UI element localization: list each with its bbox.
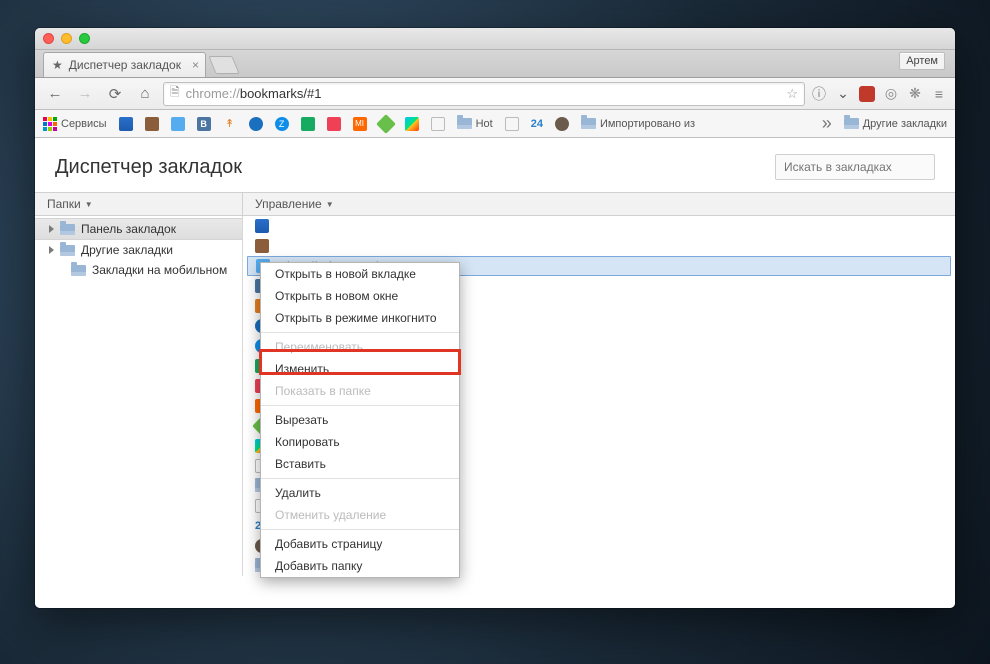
- toolbar: ← → ⟳ ⌂ 🗎 chrome:// bookmarks/#1 ☆ ⓘ ⌄ ◎…: [35, 78, 955, 110]
- ctx-copy[interactable]: Копировать: [261, 431, 459, 453]
- profile-button[interactable]: Артем: [899, 52, 945, 70]
- reload-button[interactable]: ⟳: [103, 83, 127, 105]
- ext-red-icon[interactable]: [859, 86, 875, 102]
- overflow-chevron-icon[interactable]: »: [816, 113, 838, 134]
- evernote-icon[interactable]: ❋: [907, 86, 923, 102]
- other-bookmarks-label: Другие закладки: [863, 118, 947, 130]
- favicon-11[interactable]: [376, 114, 396, 134]
- page-content: Диспетчер закладок Папки ▼ Управление ▼ …: [35, 138, 955, 608]
- chevron-down-icon: ▼: [85, 200, 93, 209]
- chevron-down-icon: ▼: [326, 200, 334, 209]
- apps-label: Сервисы: [61, 118, 107, 130]
- favicon-9[interactable]: [327, 117, 341, 131]
- folders-tree: Панель закладок Другие закладки Закладки…: [35, 216, 243, 576]
- play-icon[interactable]: [405, 117, 419, 131]
- ctx-undo-delete: Отменить удаление: [261, 504, 459, 526]
- folder-icon: [60, 245, 75, 256]
- ctx-edit[interactable]: Изменить: [261, 358, 459, 380]
- folder-icon: [581, 118, 596, 129]
- window-close-button[interactable]: [43, 33, 54, 44]
- close-icon[interactable]: ×: [192, 58, 199, 72]
- url-rest: bookmarks/#1: [240, 86, 322, 101]
- folder-icon: [844, 118, 859, 129]
- tree-item-bookmarks-bar[interactable]: Панель закладок: [35, 218, 242, 240]
- folder-icon: [71, 265, 86, 276]
- ctx-show-in-folder: Показать в папке: [261, 380, 459, 402]
- apps-button[interactable]: Сервисы: [43, 117, 107, 131]
- disclosure-triangle-icon[interactable]: [49, 246, 54, 254]
- hot-folder[interactable]: Hot: [457, 118, 493, 130]
- ctx-add-folder[interactable]: Добавить папку: [261, 555, 459, 577]
- folders-menu[interactable]: Папки ▼: [35, 193, 243, 215]
- tree-label: Панель закладок: [81, 222, 176, 236]
- tree-label: Другие закладки: [81, 243, 173, 257]
- active-tab[interactable]: ★ Диспетчер закладок ×: [43, 52, 206, 77]
- favicon-10[interactable]: MI: [353, 117, 367, 131]
- tab-title: Диспетчер закладок: [69, 58, 181, 72]
- hot-label: Hot: [476, 118, 493, 130]
- ctx-rename: Переименовать: [261, 336, 459, 358]
- onedrive-icon[interactable]: [255, 219, 269, 233]
- new-tab-button[interactable]: [208, 56, 239, 74]
- folder-icon: [457, 118, 472, 129]
- star-icon: ★: [52, 58, 63, 72]
- ctx-paste[interactable]: Вставить: [261, 453, 459, 475]
- tab-strip: ★ Диспетчер закладок × Артем: [35, 50, 955, 78]
- bookmark-star-icon[interactable]: ☆: [786, 86, 798, 102]
- imported-label: Импортировано из: [600, 118, 695, 130]
- window-minimize-button[interactable]: [61, 33, 72, 44]
- mailchimp-icon[interactable]: [555, 117, 569, 131]
- home-button[interactable]: ⌂: [133, 83, 157, 105]
- disclosure-triangle-icon[interactable]: [49, 225, 54, 233]
- page-icon: 🗎: [170, 83, 180, 104]
- twitter-icon[interactable]: [171, 117, 185, 131]
- url-scheme: chrome://: [186, 86, 240, 101]
- favicon-6[interactable]: [249, 117, 263, 131]
- search-input[interactable]: [775, 154, 935, 180]
- vk-icon[interactable]: B: [197, 117, 211, 131]
- other-bookmarks-folder[interactable]: Другие закладки: [844, 118, 947, 130]
- extension-icons: ⓘ ⌄ ◎ ❋ ≡: [811, 86, 947, 102]
- ctx-open-new-tab[interactable]: Открыть в новой вкладке: [261, 263, 459, 285]
- tree-item-mobile[interactable]: Закладки на мобильном: [35, 260, 242, 280]
- favicon-7[interactable]: Z: [275, 117, 289, 131]
- 24-bookmark[interactable]: 24: [531, 118, 543, 130]
- tree-item-other[interactable]: Другие закладки: [35, 240, 242, 260]
- info-icon[interactable]: ⓘ: [811, 86, 827, 102]
- ctx-add-page[interactable]: Добавить страницу: [261, 533, 459, 555]
- apps-icon: [43, 117, 57, 131]
- context-menu: Открыть в новой вкладке Открыть в новом …: [260, 262, 460, 578]
- favicon-2[interactable]: [145, 117, 159, 131]
- pocket-icon[interactable]: ⌄: [835, 86, 851, 102]
- ctx-cut[interactable]: Вырезать: [261, 409, 459, 431]
- imported-folder[interactable]: Импортировано из: [581, 118, 695, 130]
- omnibox[interactable]: 🗎 chrome:// bookmarks/#1 ☆: [163, 82, 805, 106]
- favicon-13[interactable]: [431, 117, 445, 131]
- ctx-open-new-window[interactable]: Открыть в новом окне: [261, 285, 459, 307]
- manage-label: Управление: [255, 197, 322, 211]
- favicon-2[interactable]: [255, 239, 269, 253]
- onedrive-icon[interactable]: [119, 117, 133, 131]
- ctx-open-incognito[interactable]: Открыть в режиме инкогнито: [261, 307, 459, 329]
- page-title: Диспетчер закладок: [55, 156, 242, 179]
- menu-icon[interactable]: ≡: [931, 86, 947, 102]
- favicon-14[interactable]: [505, 117, 519, 131]
- folders-label: Папки: [47, 197, 81, 211]
- browser-window: ★ Диспетчер закладок × Артем ← → ⟳ ⌂ 🗎 c…: [35, 28, 955, 608]
- titlebar: [35, 28, 955, 50]
- back-button[interactable]: ←: [43, 83, 67, 105]
- window-maximize-button[interactable]: [79, 33, 90, 44]
- favicon-8[interactable]: [301, 117, 315, 131]
- favicon-5[interactable]: ↟: [223, 117, 237, 131]
- bookmarks-bar: Сервисы B ↟ Z MI Hot 24 Импортировано из…: [35, 110, 955, 138]
- tree-label: Закладки на мобильном: [92, 263, 227, 277]
- folder-icon: [60, 224, 75, 235]
- forward-button[interactable]: →: [73, 83, 97, 105]
- ctx-delete[interactable]: Удалить: [261, 482, 459, 504]
- ext-grey-icon[interactable]: ◎: [883, 86, 899, 102]
- manage-menu[interactable]: Управление ▼: [243, 193, 346, 215]
